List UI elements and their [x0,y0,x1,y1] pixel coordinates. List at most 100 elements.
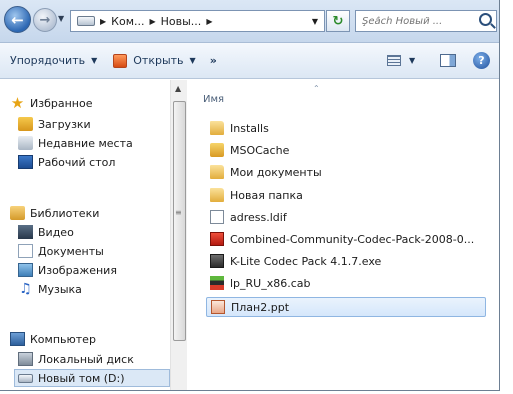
nav-recent-label: Недавние места [38,136,133,150]
chevron-right-icon[interactable]: ▶ [149,17,155,26]
nav-music-label: Музыка [38,282,82,296]
list-item[interactable]: adress.ldif [210,207,287,227]
libraries-icon [10,206,25,220]
breadcrumb-computer[interactable]: Ком... [111,15,144,28]
help-icon: ? [478,54,485,67]
chevron-down-icon: ▼ [91,56,98,65]
recent-places-icon [18,136,33,150]
search-icon[interactable] [479,13,492,26]
scroll-grip-icon: ≡ [175,208,182,217]
nav-downloads-label: Загрузки [38,117,91,131]
nav-video[interactable]: Видео [18,223,74,241]
documents-library-icon [18,244,33,258]
help-button[interactable]: ? [473,52,490,69]
nav-desktop-label: Рабочий стол [38,155,116,169]
nav-favorites[interactable]: ★ Избранное [10,94,93,112]
address-box[interactable]: ▶ Ком... ▶ Новы... ▶ ▼ [70,10,325,32]
chevron-right-icon[interactable]: ▶ [206,17,212,26]
folder-icon [210,165,224,179]
chevron-down-icon: ▼ [409,56,416,65]
search-box[interactable] [355,10,497,32]
open-file-icon [113,53,128,68]
nav-local-disk[interactable]: Локальный диск [18,350,134,368]
nav-documents-label: Документы [38,244,104,258]
scroll-up-icon[interactable]: ▲ [175,84,181,93]
hard-disk-icon [18,352,33,366]
desktop-icon [18,155,33,169]
nav-computer[interactable]: Компьютер [10,330,96,348]
forward-arrow-icon: → [39,12,51,28]
nav-favorites-label: Избранное [30,96,93,110]
nav-libraries-label: Библиотеки [30,206,100,220]
star-icon: ★ [10,94,25,112]
nav-images-label: Изображения [38,263,117,277]
file-list: ⌃ Имя Installs MSOCache Мои документы Но… [188,80,499,390]
computer-icon [10,332,25,346]
address-dropdown-icon[interactable]: ▼ [312,17,318,26]
back-button[interactable]: ← [4,6,31,33]
list-item[interactable]: Combined-Community-Codec-Pack-2008-0... [210,229,474,249]
text-file-icon [210,210,224,224]
list-item[interactable]: K-Lite Codec Pack 4.1.7.exe [210,251,381,271]
video-library-icon [18,225,33,239]
music-note-icon: ♫ [19,281,32,297]
nav-images[interactable]: Изображения [18,261,117,279]
nav-desktop[interactable]: Рабочий стол [18,153,115,171]
file-name: lp_RU_x86.cab [230,276,311,290]
folder-icon [210,121,224,135]
nav-libraries[interactable]: Библиотеки [10,204,99,222]
scroll-thumb[interactable] [173,101,186,341]
more-commands-button[interactable]: » [204,49,223,73]
file-name: adress.ldif [230,210,287,224]
navigation-pane: ★ Избранное Загрузки Недавние места Рабо… [0,80,170,390]
explorer-window: ← → ▼ ▶ Ком... ▶ Новы... ▶ ▼ ↻ Упорядочи… [0,0,500,391]
list-item[interactable]: MSOCache [210,140,289,160]
drive-icon [77,16,95,26]
powerpoint-file-icon [211,300,225,314]
preview-pane-button[interactable] [440,54,456,67]
refresh-button[interactable]: ↻ [326,10,350,32]
refresh-icon: ↻ [332,13,344,29]
forward-button[interactable]: → [33,8,57,32]
column-header-name[interactable]: Имя [203,94,224,105]
chevron-right-icon[interactable]: ▶ [100,17,106,26]
change-view-button[interactable]: ▼ [387,55,415,66]
command-bar: Упорядочить ▼ Открыть ▼ » ▼ ? [0,43,499,79]
back-arrow-icon: ← [11,10,24,29]
installer-icon [210,232,224,246]
nav-downloads[interactable]: Загрузки [18,115,91,133]
nav-new-volume-label: Новый том (D:) [38,371,125,385]
nav-scrollbar[interactable]: ▲ ≡ [170,80,187,390]
nav-music[interactable]: ♫ Музыка [18,280,82,298]
nav-documents[interactable]: Документы [18,242,104,260]
nav-new-volume[interactable]: Новый том (D:) [14,369,170,387]
open-label: Открыть [133,54,184,67]
file-name: Мои документы [230,165,322,179]
file-name: Combined-Community-Codec-Pack-2008-0... [230,232,475,246]
file-name: План2.ppt [231,300,290,314]
recent-pages-dropdown-icon[interactable]: ▼ [58,14,64,23]
address-bar-area: ← → ▼ ▶ Ком... ▶ Новы... ▶ ▼ ↻ [0,0,499,43]
drive-icon [18,373,33,383]
search-input[interactable] [362,15,474,27]
open-button[interactable]: Открыть ▼ [127,49,201,73]
list-item-selected[interactable]: План2.ppt [206,297,486,317]
downloads-folder-icon [18,117,33,131]
chevron-down-icon: ▼ [189,56,196,65]
sort-ascending-icon: ⌃ [313,84,320,93]
file-name: MSOCache [230,143,290,157]
list-item[interactable]: Installs [210,118,269,138]
organize-button[interactable]: Упорядочить ▼ [4,49,103,73]
locked-folder-icon [210,143,224,157]
list-item[interactable]: Новая папка [210,185,303,205]
list-item[interactable]: lp_RU_x86.cab [210,273,311,293]
nav-video-label: Видео [38,225,74,239]
file-name: Новая папка [230,188,303,202]
folder-icon [210,188,224,202]
nav-recent-places[interactable]: Недавние места [18,134,133,152]
breadcrumb-new-volume[interactable]: Новы... [161,15,202,28]
list-item[interactable]: Мои документы [210,162,322,182]
file-name: Installs [230,121,269,135]
nav-computer-label: Компьютер [30,332,96,346]
nav-local-disk-label: Локальный диск [38,352,134,366]
